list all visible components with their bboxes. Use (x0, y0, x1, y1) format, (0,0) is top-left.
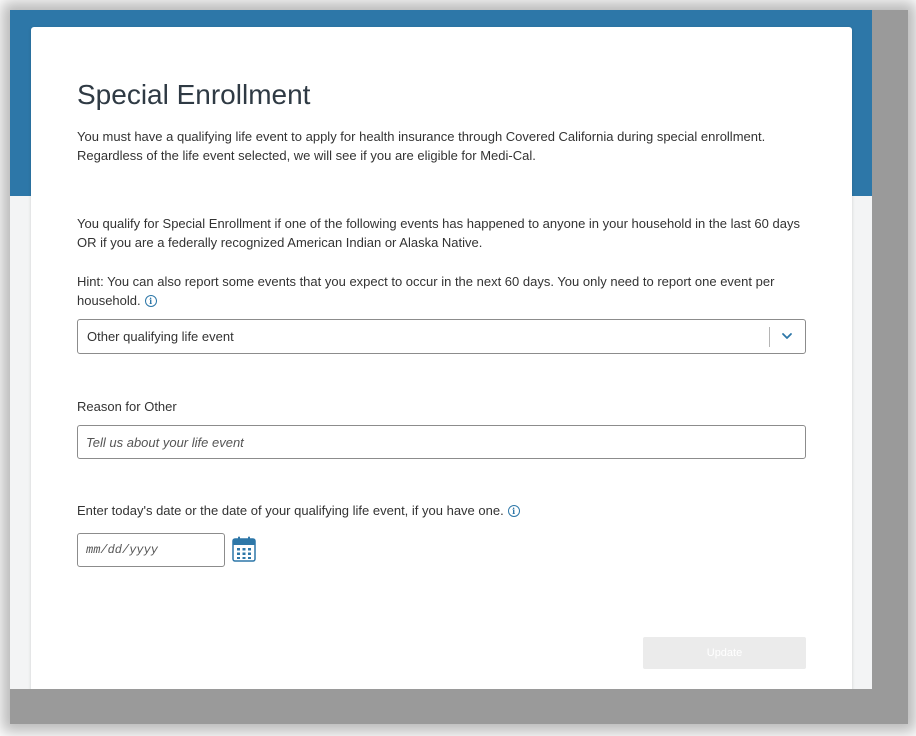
info-icon[interactable]: i (507, 505, 520, 517)
calendar-icon[interactable] (232, 536, 256, 562)
info-icon[interactable]: i (144, 295, 157, 307)
chevron-down-icon[interactable] (780, 327, 794, 345)
special-enrollment-card: Special Enrollment You must have a quali… (31, 27, 852, 689)
reason-label: Reason for Other (77, 399, 177, 414)
qualify-text: You qualify for Special Enrollment if on… (77, 216, 800, 250)
life-event-select-value: Other qualifying life event (87, 329, 234, 344)
hint-paragraph: Hint: You can also report some events th… (77, 272, 806, 310)
date-prompt: Enter today's date or the date of your q… (77, 503, 520, 518)
update-button[interactable]: Update (643, 637, 806, 669)
life-event-select[interactable]: Other qualifying life event (77, 319, 806, 354)
select-divider (769, 327, 770, 347)
page-title: Special Enrollment (77, 79, 311, 110)
intro-text: You must have a qualifying life event to… (77, 129, 766, 163)
app-screen: Special Enrollment You must have a quali… (10, 10, 872, 689)
date-input[interactable] (77, 533, 225, 567)
date-prompt-text: Enter today's date or the date of your q… (77, 503, 504, 518)
hint-text: Hint: You can also report some events th… (77, 274, 775, 308)
reason-input[interactable] (77, 425, 806, 459)
